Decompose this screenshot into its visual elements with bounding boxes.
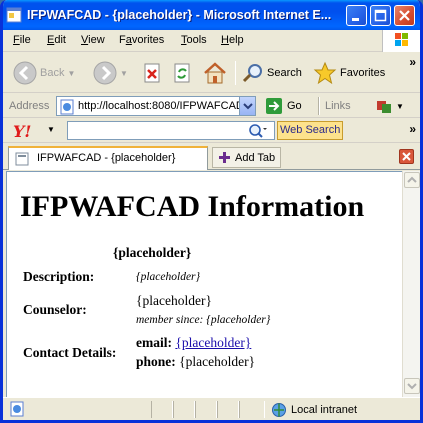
phone-row: phone: {placeholder} [136, 354, 255, 370]
security-zone[interactable]: Local intranet [271, 402, 357, 418]
maximize-icon [374, 9, 387, 22]
description-label: Description: [23, 269, 95, 284]
addon-dropdown-icon: ▼ [396, 101, 404, 111]
minimize-icon [352, 18, 359, 21]
close-tab-button[interactable] [399, 149, 414, 164]
counselor-name: {placeholder} [136, 293, 212, 308]
search-button[interactable]: Search [242, 58, 302, 88]
page-icon [60, 99, 74, 115]
status-bar: Local intranet [3, 397, 420, 420]
yahoo-chevron-icon[interactable]: » [409, 122, 416, 136]
scroll-down-icon [407, 383, 417, 390]
close-button[interactable] [394, 5, 415, 26]
links-separator [318, 97, 320, 115]
scroll-up-icon [407, 176, 417, 183]
yahoo-toolbar: Y! ▼ Web Search » [3, 119, 420, 143]
windows-flag-icon [395, 33, 408, 46]
address-bar: Address http://localhost:8080/IFPWAFCAD … [3, 94, 420, 118]
refresh-button[interactable] [173, 58, 193, 88]
links-button[interactable]: Links [325, 100, 351, 112]
email-link[interactable]: {placeholder} [175, 335, 251, 350]
browser-window: IFPWAFCAD - {placeholder} - Microsoft In… [0, 0, 423, 423]
web-search-button[interactable]: Web Search [277, 121, 344, 140]
maximize-button[interactable] [370, 5, 391, 26]
yahoo-menu-dropdown-icon[interactable]: ▼ [47, 125, 55, 134]
vertical-scrollbar[interactable] [402, 171, 420, 397]
menu-edit[interactable]: Edit [47, 34, 66, 46]
phone-label: phone: [136, 354, 176, 369]
counselor-member-since: member since: {placeholder} [136, 314, 271, 326]
address-label: Address [9, 100, 50, 112]
go-button[interactable]: Go [265, 97, 302, 115]
address-dropdown-button[interactable] [239, 97, 255, 115]
status-panel [217, 401, 239, 418]
status-panel [239, 401, 265, 418]
back-dropdown-icon[interactable]: ▼ [67, 69, 75, 78]
go-arrow-icon [266, 98, 282, 114]
chevron-down-icon [243, 103, 253, 110]
scroll-up-button[interactable] [404, 172, 420, 188]
menu-tools[interactable]: Tools [181, 34, 207, 46]
addon-icon [377, 101, 391, 113]
refresh-icon [174, 63, 190, 83]
menu-view[interactable]: View [81, 34, 105, 46]
stop-icon [144, 63, 160, 83]
address-input[interactable]: http://localhost:8080/IFPWAFCAD [56, 96, 256, 116]
forward-button[interactable]: ▼ [93, 58, 128, 88]
search-icon [242, 64, 262, 83]
ie-icon [6, 7, 22, 23]
tab-bar: IFPWAFCAD - {placeholder} Add Tab [3, 144, 420, 170]
addon-button[interactable]: ▼ [375, 97, 404, 115]
yahoo-search-input[interactable] [67, 121, 275, 140]
menu-file[interactable]: File [13, 34, 31, 46]
add-tab-button[interactable]: Add Tab [212, 147, 282, 168]
description-value: {placeholder} [136, 271, 201, 283]
close-tab-icon [402, 152, 411, 161]
close-icon [399, 10, 410, 21]
email-label: email: [136, 335, 172, 350]
scroll-down-button[interactable] [404, 378, 420, 394]
minimize-button[interactable] [346, 5, 367, 26]
standard-toolbar: Back ▼ ▼ Search Favorites » [3, 53, 420, 93]
yahoo-logo[interactable]: Y! [13, 122, 31, 141]
menu-help[interactable]: Help [221, 34, 244, 46]
page-content: IFPWAFCAD Information {placeholder} Desc… [6, 171, 402, 397]
toolbar-separator [235, 61, 236, 85]
toolbar-chevron-icon[interactable]: » [409, 55, 416, 69]
back-arrow-icon [13, 61, 37, 85]
counselor-label: Counselor: [23, 302, 87, 317]
forward-arrow-icon [93, 61, 117, 85]
favorites-button[interactable]: Favorites [313, 58, 385, 88]
status-panel [195, 401, 217, 418]
contact-details-label: Contact Details: [23, 345, 117, 360]
back-button[interactable]: Back ▼ [13, 58, 75, 88]
windows-logo [382, 30, 420, 52]
record-caption: {placeholder} [113, 245, 192, 260]
page-status-icon [10, 401, 24, 417]
address-url[interactable]: http://localhost:8080/IFPWAFCAD [78, 100, 241, 112]
home-icon [204, 62, 226, 84]
tab-active[interactable]: IFPWAFCAD - {placeholder} [8, 146, 208, 170]
page-favicon [15, 152, 29, 166]
stop-button[interactable] [143, 58, 163, 88]
forward-dropdown-icon[interactable]: ▼ [120, 69, 128, 78]
phone-value: {placeholder} [179, 354, 256, 369]
window-title: IFPWAFCAD - {placeholder} - Microsoft In… [27, 8, 332, 22]
menu-bar: File Edit View Favorites Tools Help [3, 30, 420, 52]
favorites-star-icon [313, 61, 337, 85]
title-bar[interactable]: IFPWAFCAD - {placeholder} - Microsoft In… [3, 0, 420, 30]
page-heading: IFPWAFCAD Information [20, 190, 365, 223]
magnifier-icon[interactable] [248, 123, 268, 139]
plus-icon [219, 152, 230, 163]
email-row: email: {placeholder} [136, 335, 251, 351]
menu-favorites[interactable]: Favorites [119, 34, 164, 46]
intranet-globe-icon [272, 403, 286, 417]
home-button[interactable] [203, 58, 227, 88]
status-panel [173, 401, 195, 418]
status-panel [151, 401, 173, 418]
